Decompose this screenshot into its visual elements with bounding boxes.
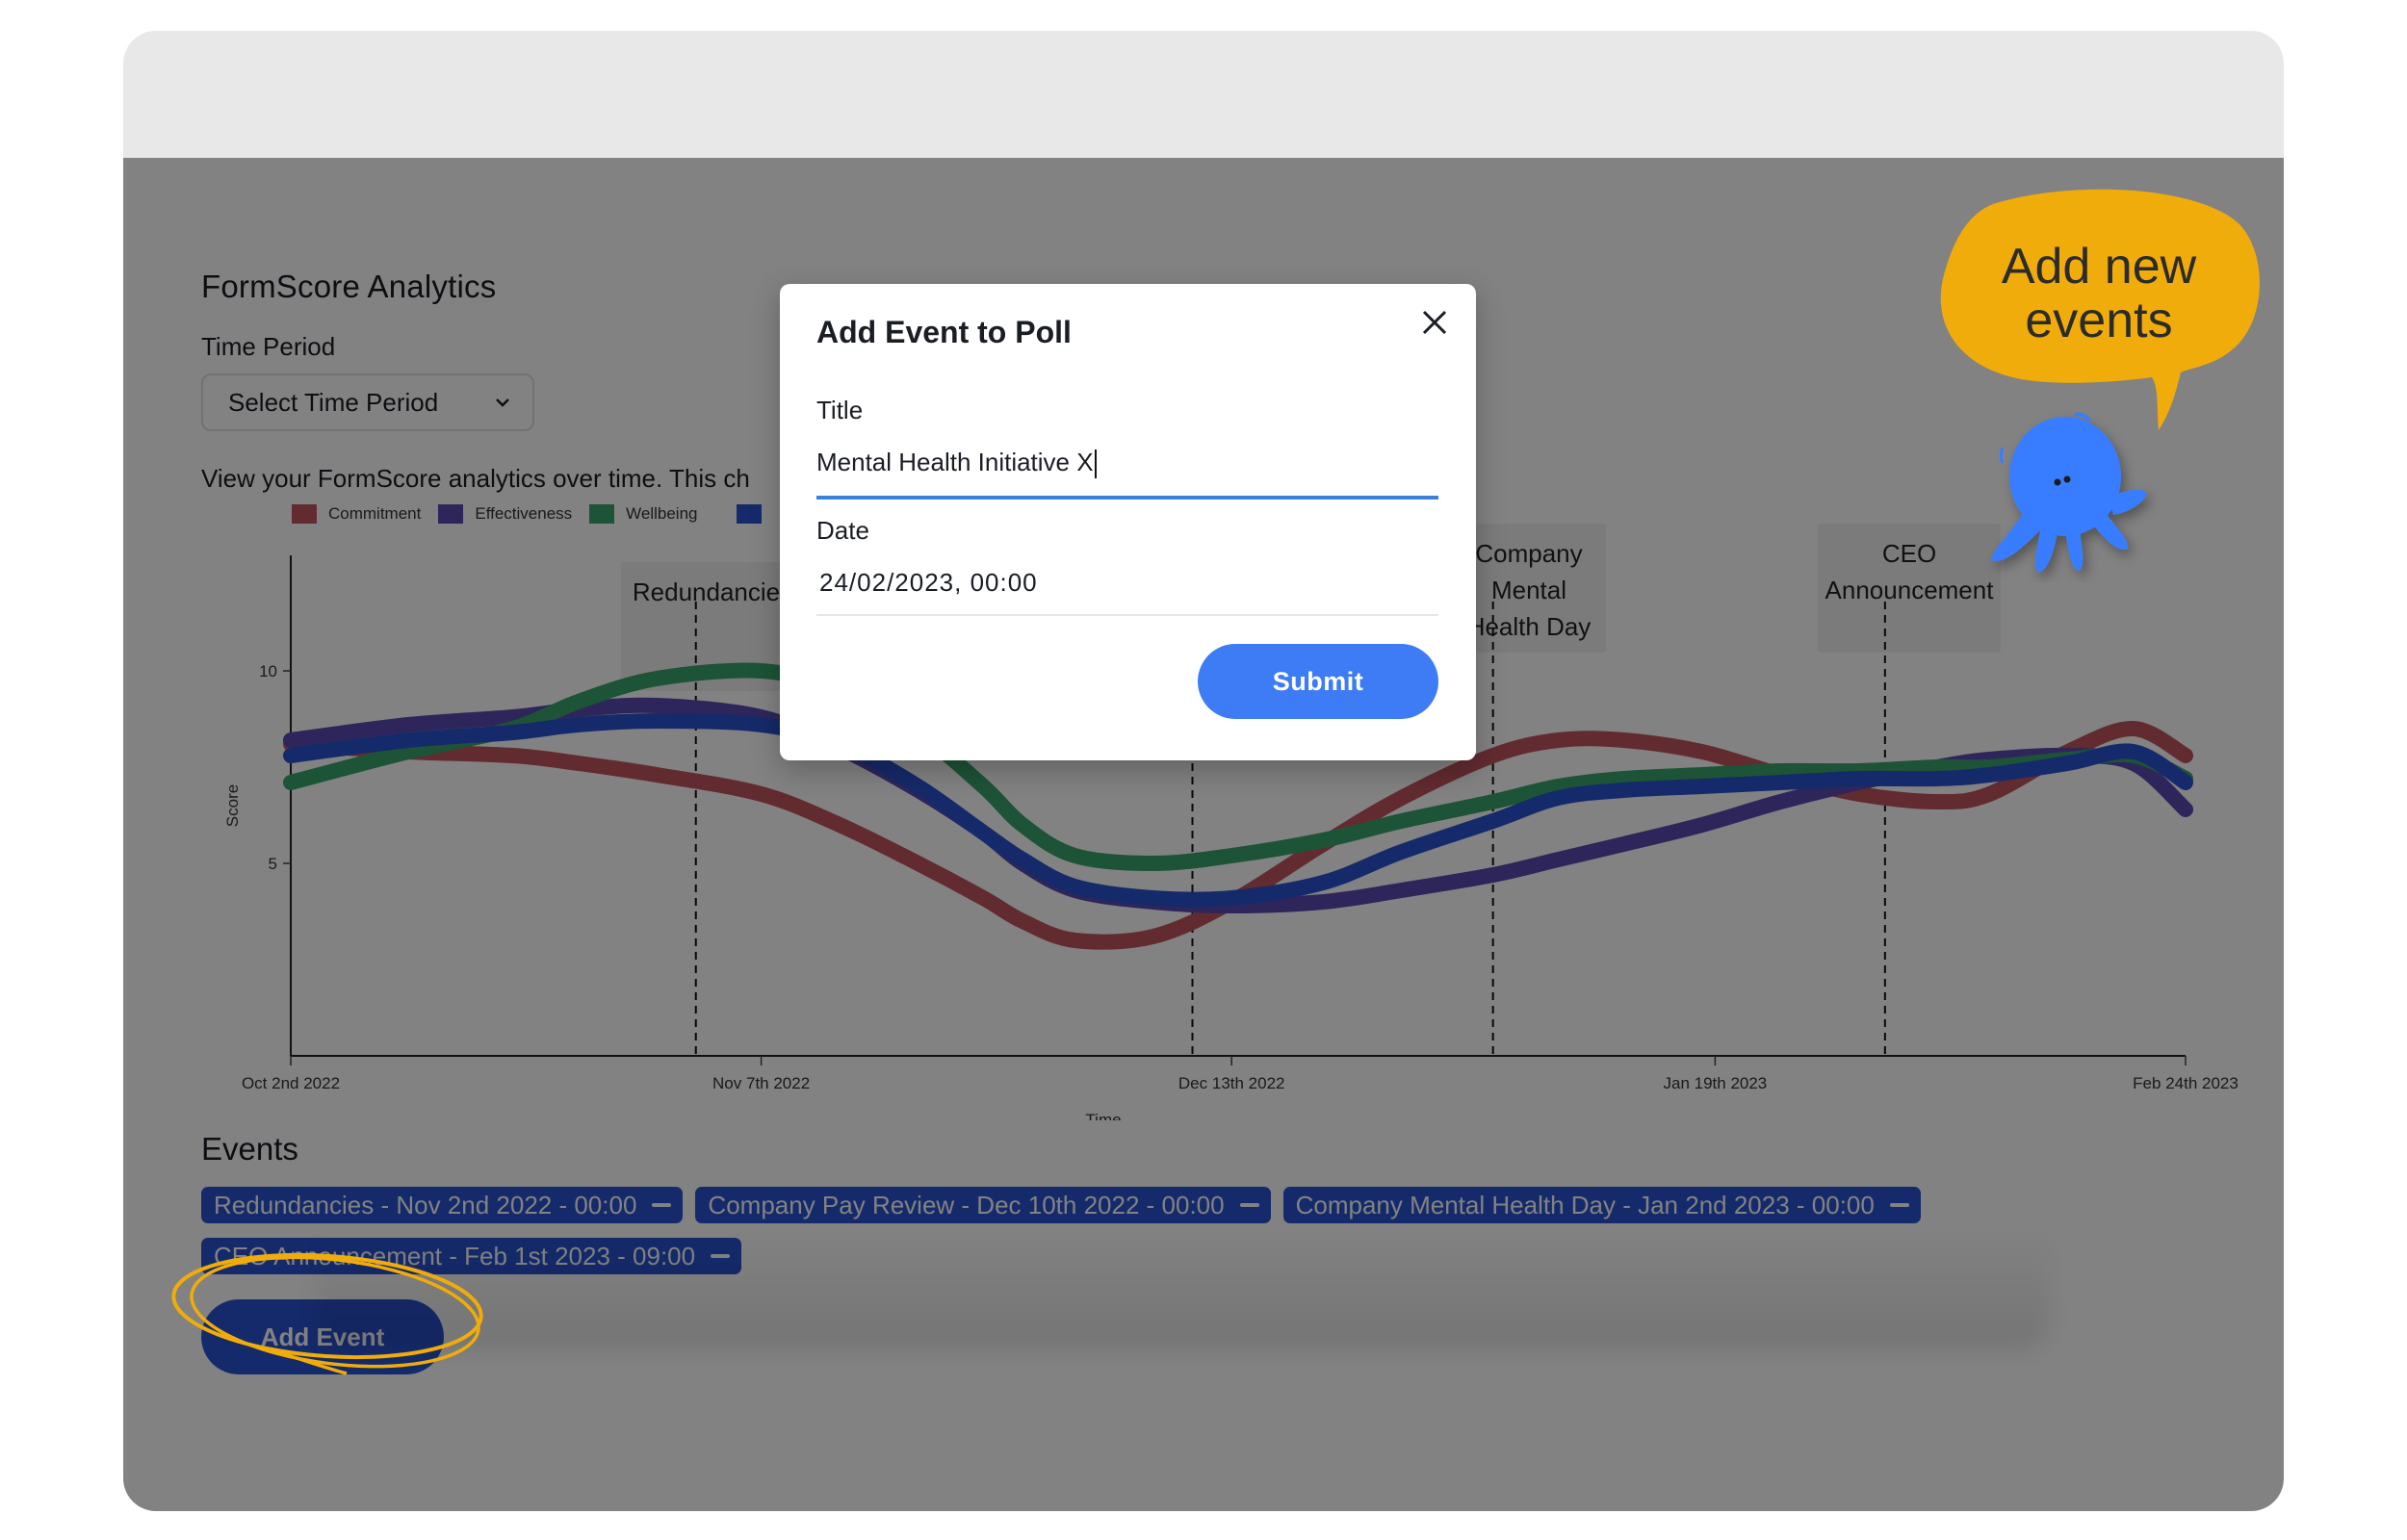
highlight-scribble bbox=[171, 1252, 483, 1375]
text-cursor bbox=[1094, 449, 1097, 479]
speech-bubble-line1: Add new bbox=[2002, 239, 2197, 295]
card-shadow bbox=[316, 1234, 2049, 1349]
date-input[interactable]: 24/02/2023, 00:00 bbox=[816, 568, 1438, 616]
speech-bubble: Add new events bbox=[1940, 189, 2260, 430]
browser-top-bar bbox=[123, 31, 2284, 158]
date-field-label: Date bbox=[816, 516, 869, 545]
modal-title: Add Event to Poll bbox=[816, 315, 1072, 349]
speech-bubble-line2: events bbox=[2025, 293, 2172, 348]
add-event-modal: Add Event to Poll Title Mental Health In… bbox=[780, 284, 1476, 760]
submit-button[interactable]: Submit bbox=[1198, 644, 1438, 719]
title-field-label: Title bbox=[816, 396, 864, 424]
title-input-value: Mental Health Initiative X bbox=[816, 448, 1094, 476]
octopus-mascot-icon bbox=[1992, 412, 2147, 573]
title-input[interactable]: Mental Health Initiative X bbox=[816, 448, 1438, 500]
close-icon[interactable] bbox=[1415, 303, 1454, 342]
